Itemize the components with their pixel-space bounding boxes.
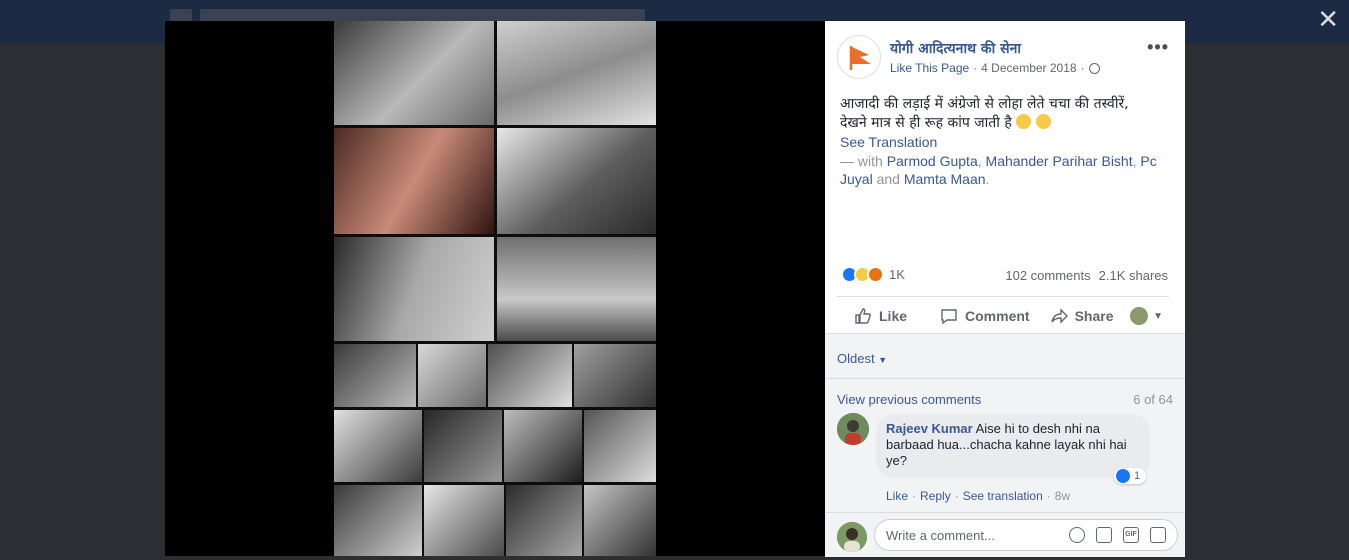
- divider: [837, 296, 1169, 297]
- comment-sort-dropdown[interactable]: Oldest ▼: [837, 351, 887, 366]
- meta-separator: ·: [1080, 61, 1085, 75]
- comment-button[interactable]: Comment: [940, 307, 1030, 325]
- comment-bubble-icon: [941, 309, 957, 325]
- comment-reaction-badge[interactable]: 1: [1114, 468, 1147, 484]
- avatar-image: [837, 413, 869, 445]
- collage-photo: [334, 21, 494, 125]
- view-previous-comments-link[interactable]: View previous comments: [837, 392, 981, 407]
- comment-input-box[interactable]: GIF: [874, 519, 1178, 551]
- chevron-down-icon[interactable]: ▼: [1153, 311, 1163, 322]
- collage-photo: [334, 128, 494, 234]
- comment-like-link[interactable]: Like: [886, 489, 908, 503]
- comment-bubble: Rajeev Kumar Aise hi to desh nhi na barb…: [876, 414, 1150, 478]
- comment-label: Comment: [965, 308, 1030, 324]
- post-text: आजादी की लड़ाई में अंग्रेजो से लोहा लेते…: [840, 95, 1175, 133]
- like-label: Like: [879, 308, 908, 324]
- comment-tools: GIF: [1069, 527, 1166, 543]
- sticker-icon[interactable]: [1150, 527, 1166, 543]
- comments-count-link[interactable]: 102 comments: [1005, 268, 1090, 283]
- post-text-line: आजादी की लड़ाई में अंग्रेजो से लोहा लेते…: [840, 96, 1129, 112]
- comment-translation-link[interactable]: See translation: [963, 489, 1043, 503]
- chevron-down-icon: ▼: [878, 355, 888, 365]
- collage-photo: [497, 237, 656, 341]
- post-date[interactable]: 4 December 2018: [981, 61, 1076, 75]
- comment-actions: Like · Reply · See translation · 8w: [886, 489, 1070, 503]
- collage-photo: [334, 237, 494, 341]
- collage-photo: [334, 344, 416, 407]
- comment-page-count: 6 of 64: [1133, 392, 1173, 407]
- collage-photo: [504, 410, 582, 482]
- post-text-line: देखने मात्र से ही रूह कांप जाती है: [840, 115, 1012, 131]
- collage-photo: [334, 485, 422, 556]
- flag-logo-icon: [849, 46, 871, 70]
- globe-icon: [1088, 62, 1100, 74]
- tag-link[interactable]: Mamta Maan: [904, 171, 986, 187]
- photo-viewer: [165, 21, 825, 556]
- share-button[interactable]: Share: [1050, 307, 1114, 325]
- thumbs-up-icon: [855, 308, 871, 324]
- reaction-count: 1K: [889, 267, 905, 282]
- avatar: [837, 522, 867, 552]
- separator: ·: [1046, 489, 1051, 503]
- see-translation-link[interactable]: See Translation: [840, 134, 937, 150]
- meta-separator: ·: [973, 61, 978, 75]
- collage-photo: [574, 344, 656, 407]
- post-side-panel: योगी आदित्यनाथ की सेना Like This Page · …: [825, 21, 1185, 557]
- audience-avatar[interactable]: [1130, 307, 1149, 325]
- post-actions: Like Comment Share ▼: [837, 299, 1173, 333]
- avatar[interactable]: [837, 413, 869, 445]
- collage-photo: [584, 410, 656, 482]
- collage-photo: [497, 21, 656, 125]
- avatar-image: [837, 522, 867, 552]
- photo-collage[interactable]: [334, 21, 656, 556]
- share-label: Share: [1074, 308, 1114, 324]
- post-meta: Like This Page · 4 December 2018 ·: [890, 61, 1100, 75]
- collage-photo: [424, 485, 504, 556]
- like-page-link[interactable]: Like This Page: [890, 61, 969, 75]
- collage-photo: [334, 410, 422, 482]
- collage-photo: [584, 485, 656, 556]
- with-prefix: — with: [840, 153, 883, 169]
- emoji-icon[interactable]: [1069, 527, 1085, 543]
- close-icon[interactable]: ✕: [1317, 6, 1339, 32]
- tagged-people: — with Parmod Gupta, Mahander Parihar Bi…: [840, 153, 1157, 187]
- comment-reply-link[interactable]: Reply: [920, 489, 951, 503]
- divider: [825, 378, 1185, 379]
- comment-time[interactable]: 8w: [1055, 489, 1070, 503]
- collage-photo: [418, 344, 486, 407]
- camera-icon[interactable]: [1096, 527, 1112, 543]
- reaction-summary[interactable]: 1K: [841, 266, 905, 283]
- like-button[interactable]: Like: [854, 307, 907, 325]
- like-reaction-icon: [1116, 469, 1130, 483]
- collage-photo: [497, 128, 656, 234]
- shares-count-link[interactable]: 2.1K shares: [1099, 268, 1168, 283]
- comment-input[interactable]: [886, 527, 1056, 543]
- collage-photo: [488, 344, 572, 407]
- share-arrow-icon: [1050, 308, 1068, 324]
- rolling-eyes-emoji-icon: [1016, 114, 1032, 129]
- collage-photo: [506, 485, 582, 556]
- and-word: and: [876, 171, 900, 187]
- separator: ·: [912, 489, 917, 503]
- angry-reaction-icon: [867, 266, 884, 283]
- comment-author-link[interactable]: Rajeev Kumar: [886, 421, 973, 436]
- page-name-link[interactable]: योगी आदित्यनाथ की सेना: [890, 39, 1021, 58]
- write-comment-row: GIF: [825, 512, 1185, 557]
- separator: ·: [954, 489, 959, 503]
- comments-section: Oldest ▼ View previous comments 6 of 64 …: [825, 333, 1185, 557]
- engagement-counts: 102 comments 2.1K shares: [1005, 268, 1168, 283]
- thinking-emoji-icon: [1035, 114, 1051, 129]
- comment-like-count: 1: [1134, 470, 1141, 482]
- collage-photo: [424, 410, 502, 482]
- sort-label: Oldest: [837, 351, 875, 366]
- page-avatar[interactable]: [837, 35, 881, 79]
- tag-link[interactable]: Mahander Parihar Bisht: [986, 153, 1133, 169]
- gif-icon[interactable]: GIF: [1123, 527, 1139, 543]
- tag-link[interactable]: Parmod Gupta: [887, 153, 978, 169]
- more-options-icon[interactable]: •••: [1147, 37, 1169, 58]
